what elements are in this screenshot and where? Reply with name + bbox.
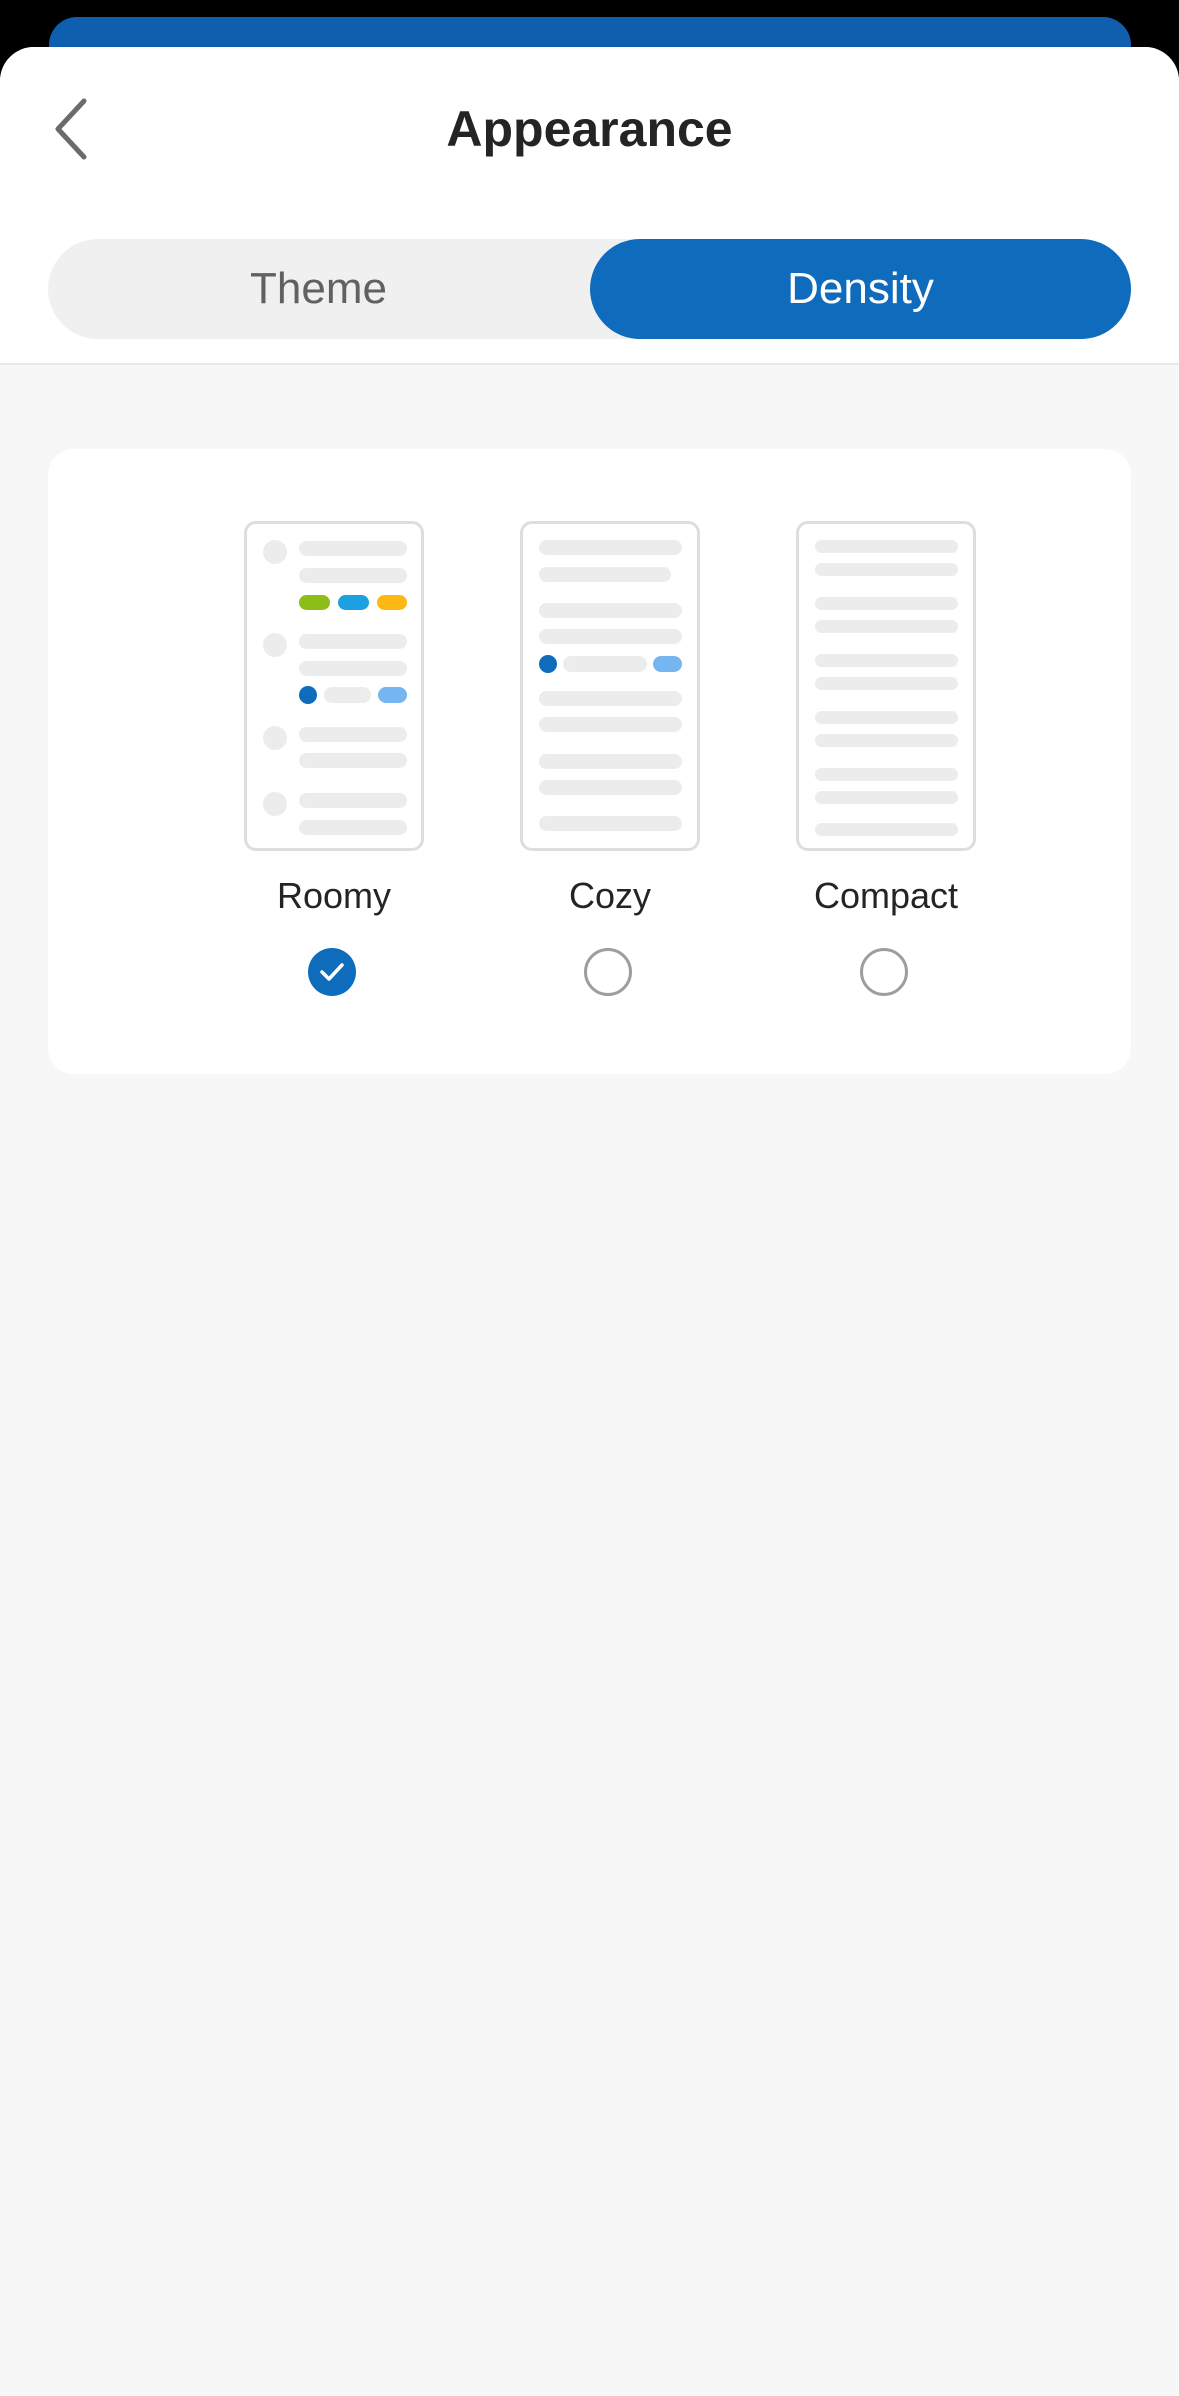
appearance-tabs: Theme Density [48, 239, 1131, 339]
radio-roomy[interactable] [308, 948, 356, 996]
radio-cozy[interactable] [584, 948, 632, 996]
checkmark-icon [320, 963, 344, 981]
cozy-preview-icon [539, 540, 682, 831]
density-option-roomy[interactable]: Roomy [214, 449, 454, 1074]
density-option-label: Roomy [276, 875, 392, 916]
page-title: Appearance [446, 101, 733, 157]
density-option-label: Compact [813, 875, 959, 916]
tab-density[interactable]: Density [590, 239, 1131, 339]
density-option-cozy[interactable]: Cozy [490, 449, 730, 1074]
compact-preview [796, 521, 976, 851]
density-option-compact[interactable]: Compact [766, 449, 1006, 1074]
tab-theme[interactable]: Theme [48, 239, 589, 339]
density-options-card: Roomy Cozy Compact [48, 449, 1131, 1074]
cozy-preview [520, 521, 700, 851]
appearance-sheet: Appearance Theme Density Roomy Cozy Comp… [0, 47, 1179, 2396]
roomy-preview-icon [263, 540, 407, 835]
compact-preview-icon [815, 540, 958, 836]
radio-compact[interactable] [860, 948, 908, 996]
sheet-header: Appearance Theme Density [0, 47, 1179, 365]
roomy-preview [244, 521, 424, 851]
density-option-label: Cozy [568, 875, 652, 916]
